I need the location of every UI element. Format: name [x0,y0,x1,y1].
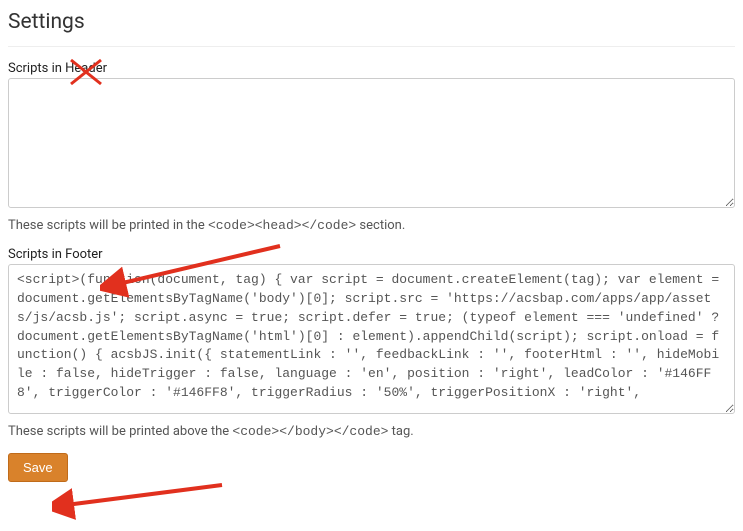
header-scripts-label: Scripts in Header [8,61,735,76]
page-title: Settings [8,10,735,47]
annotation-arrow-save-icon [52,475,232,525]
footer-scripts-label: Scripts in Footer [8,247,735,262]
footer-scripts-hint: These scripts will be printed above the … [8,424,735,439]
footer-scripts-textarea[interactable] [8,264,735,414]
header-scripts-hint: These scripts will be printed in the <co… [8,218,735,233]
header-scripts-textarea[interactable] [8,78,735,208]
save-button[interactable]: Save [8,453,68,482]
